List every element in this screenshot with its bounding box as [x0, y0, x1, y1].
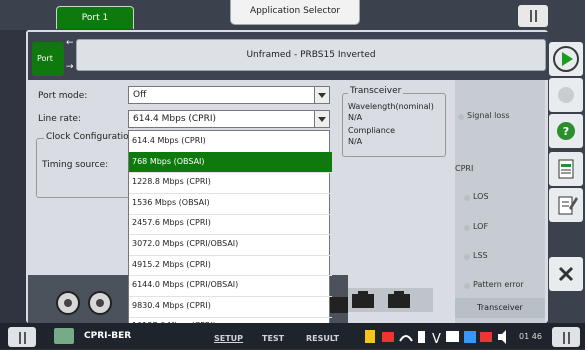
play-icon — [553, 46, 579, 72]
right-menu-button[interactable] — [552, 327, 580, 347]
los-label: LOS — [473, 192, 489, 201]
dropdown-option[interactable]: 4915.2 Mbps (CPRI) — [129, 255, 332, 277]
app-name: CPRI-BER — [84, 331, 132, 341]
close-button[interactable] — [549, 257, 583, 291]
transceiver-title: Transceiver — [348, 86, 404, 96]
pattern-error-led — [464, 283, 470, 289]
clock: 01 46 — [519, 332, 542, 341]
dropdown-option[interactable]: 1536 Mbps (OBSAI) — [129, 193, 332, 215]
tab-result[interactable]: RESULT — [306, 334, 339, 343]
signal-loss-led — [458, 114, 464, 120]
app-icon — [54, 328, 74, 344]
help-button[interactable]: ? — [549, 114, 583, 148]
ethernet-ports — [348, 288, 433, 312]
lss-label: LSS — [473, 251, 488, 260]
system-tray: V — [360, 327, 515, 347]
help-icon: ? — [557, 122, 575, 140]
timing-source-label: Timing source: — [42, 160, 109, 170]
lof-label: LOF — [473, 222, 489, 231]
dropdown-option[interactable]: 768 Mbps (OBSAI) — [129, 151, 332, 174]
status-panel: Signal loss CPRI LOS LOF LSS Pattern err… — [455, 80, 545, 323]
signal-loss-label: Signal loss — [467, 111, 510, 120]
pattern-button[interactable]: Unframed - PRBS15 Inverted — [76, 39, 546, 71]
main-menu-button[interactable] — [518, 5, 548, 27]
dropdown-option[interactable]: 614.4 Mbps (CPRI) — [129, 131, 332, 153]
line-rate-label: Line rate: — [38, 114, 81, 124]
tray-icons: V — [365, 330, 506, 347]
report-icon — [558, 159, 574, 179]
dropdown-option[interactable]: 3072.0 Mbps (CPRI/OBSAI) — [129, 234, 332, 256]
dropdown-option[interactable]: 6144.0 Mbps (CPRI/OBSAI) — [129, 275, 332, 297]
tab-setup[interactable]: SETUP — [214, 334, 243, 343]
chevron-down-icon — [314, 87, 329, 103]
edit-button[interactable] — [549, 188, 583, 222]
clock-configuration-title: Clock Configuration — [44, 132, 137, 142]
report-button[interactable] — [549, 152, 583, 186]
port-button[interactable]: Port — [32, 42, 64, 76]
ethernet-port-icon — [352, 291, 410, 308]
dropdown-option[interactable]: 9830.4 Mbps (CPRI) — [129, 296, 332, 318]
lof-led — [464, 225, 470, 231]
port-mode-value: Off — [133, 90, 147, 100]
wavelength-value: N/A — [348, 113, 363, 122]
compliance-label: Compliance — [348, 126, 396, 135]
port-mode-label: Port mode: — [38, 91, 88, 101]
compliance-value: N/A — [348, 137, 363, 146]
port-mode-select[interactable]: Off — [128, 86, 330, 104]
wavelength-label: Wavelength(nominal) — [348, 102, 434, 111]
dropdown-option[interactable]: 1228.8 Mbps (CPRI) — [129, 172, 332, 194]
close-icon — [558, 266, 574, 282]
line-rate-select[interactable]: 614.4 Mbps (CPRI) — [128, 110, 330, 128]
status-led-button[interactable] — [549, 78, 583, 112]
arrow-out-icon: → — [66, 62, 74, 72]
los-led — [464, 195, 470, 201]
start-test-button[interactable] — [549, 42, 583, 76]
line-rate-value: 614.4 Mbps (CPRI) — [133, 114, 217, 124]
arrow-in-icon: ← — [66, 38, 74, 48]
chevron-down-icon — [314, 111, 329, 127]
svg-text:?: ? — [563, 125, 569, 138]
edit-document-icon — [558, 196, 578, 215]
cpri-section-label: CPRI — [455, 164, 474, 173]
left-menu-button[interactable] — [8, 327, 36, 347]
led-icon — [558, 87, 574, 103]
dropdown-option[interactable]: 2457.6 Mbps (CPRI) — [129, 213, 332, 236]
application-selector-button[interactable]: Application Selector — [230, 0, 360, 25]
pattern-error-label: Pattern error — [473, 280, 524, 289]
line-rate-dropdown-list: 614.4 Mbps (CPRI) 768 Mbps (OBSAI) 1228.8 … — [128, 130, 332, 339]
tab-port-1[interactable]: Port 1 — [56, 6, 134, 29]
svg-text:V: V — [432, 332, 441, 347]
tab-test[interactable]: TEST — [262, 334, 284, 343]
lss-led — [464, 254, 470, 260]
transceiver-button[interactable]: Transceiver — [455, 298, 545, 318]
